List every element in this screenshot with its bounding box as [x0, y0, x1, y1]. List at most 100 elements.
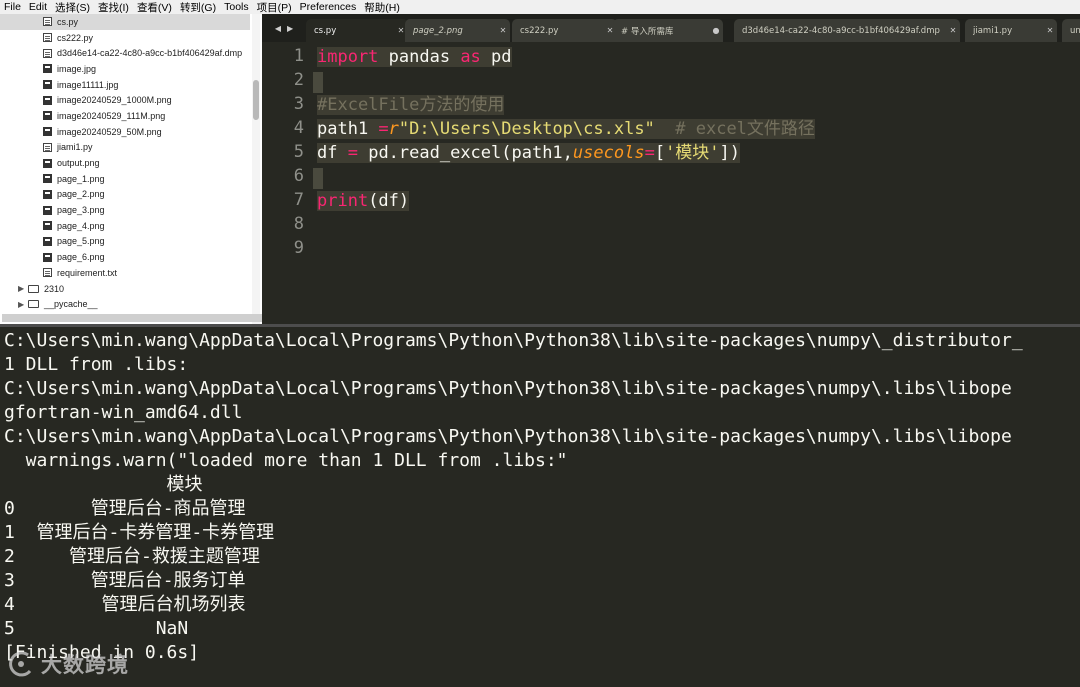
bracket: [	[654, 143, 666, 163]
line-number: 3	[293, 94, 304, 114]
call-args: (df)	[368, 191, 410, 211]
sidebar-file-requirement-txt[interactable]: requirement.txt	[0, 265, 250, 281]
output-line: 模块	[4, 474, 203, 495]
file-icon	[43, 142, 52, 152]
image-icon	[43, 111, 52, 121]
file-list: cs.py cs222.py d3d46e14-ca22-4c80-a9cc-b…	[0, 14, 250, 312]
tab-dmp[interactable]: d3d46e14-ca22-4c80-a9cc-b1bf406429af.dmp…	[734, 19, 960, 42]
sidebar-file-cs222-py[interactable]: cs222.py	[0, 30, 250, 46]
image-icon	[43, 95, 52, 105]
tab-scroll-right-icon[interactable]: ▶	[287, 24, 293, 33]
sidebar-file-cs-py[interactable]: cs.py	[0, 14, 250, 30]
tab-label: page_2.png	[413, 25, 463, 36]
image-icon	[43, 158, 52, 168]
sidebar-folder-pycache[interactable]: ▶ __pycache__	[0, 296, 250, 312]
function-call: pd.read_excel(path1,	[357, 143, 573, 163]
file-name: image.jpg	[57, 63, 97, 74]
image-icon	[43, 252, 52, 262]
sidebar-folder-2310[interactable]: ▶ 2310	[0, 281, 250, 297]
menu-edit[interactable]: Edit	[25, 1, 51, 13]
sidebar-file-jiami1-py[interactable]: jiami1.py	[0, 140, 250, 156]
menu-selection[interactable]: 选择(S)	[51, 0, 94, 15]
menu-help[interactable]: 帮助(H)	[360, 0, 404, 15]
empty-line-highlight	[313, 168, 323, 189]
line-number: 1	[293, 46, 304, 66]
bracket: ])	[719, 143, 741, 163]
sidebar-horizontal-scrollbar[interactable]	[2, 314, 262, 322]
code-line-1: import pandas as pd	[317, 45, 512, 69]
file-name: image20240529_50M.png	[57, 126, 162, 137]
sidebar-file-page-6[interactable]: page_6.png	[0, 249, 250, 265]
string-literal: "D:\Users\Desktop\cs.xls"	[398, 119, 655, 139]
file-icon	[43, 33, 52, 43]
image-icon	[43, 189, 52, 199]
sidebar-file-page-5[interactable]: page_5.png	[0, 234, 250, 250]
module-name: pandas	[378, 47, 461, 67]
sidebar-file-image11111-jpg[interactable]: image11111.jpg	[0, 77, 250, 93]
line-number: 7	[293, 190, 304, 210]
expand-arrow-icon[interactable]: ▶	[18, 300, 28, 309]
menu-view[interactable]: 查看(V)	[133, 0, 176, 15]
sidebar-file-output-png[interactable]: output.png	[0, 155, 250, 171]
image-icon	[43, 236, 52, 246]
sidebar-file-image-jpg[interactable]: image.jpg	[0, 61, 250, 77]
folder-icon	[28, 284, 39, 293]
close-icon[interactable]: ✕	[1043, 26, 1057, 35]
watermark-text: 大数跨境	[41, 653, 129, 677]
close-icon[interactable]: ✕	[946, 26, 960, 35]
code-line-4: path1 =r"D:\Users\Desktop\cs.xls" # exce…	[317, 117, 815, 141]
output-line: C:\Users\min.wang\AppData\Local\Programs…	[4, 330, 1023, 351]
file-name: d3d46e14-ca22-4c80-a9cc-b1bf406429af.dmp	[57, 48, 243, 59]
close-icon[interactable]: ✕	[496, 26, 510, 35]
menu-find[interactable]: 查找(I)	[94, 0, 133, 15]
file-icon	[43, 48, 52, 58]
code-editor[interactable]: 1 2 3 4 5 6 7 8 9 import pandas as pd #E…	[262, 42, 1080, 324]
operator: =	[644, 143, 655, 163]
image-icon	[43, 174, 52, 184]
tab-overflow[interactable]: un	[1062, 19, 1080, 42]
keyword-argument: usecols	[572, 143, 645, 163]
tab-page-2-png[interactable]: page_2.png ✕	[405, 19, 510, 42]
menu-goto[interactable]: 转到(G)	[176, 0, 220, 15]
file-name: image20240529_1000M.png	[57, 95, 172, 106]
unsaved-dot-icon[interactable]: ●	[709, 26, 723, 35]
file-name: jiami1.py	[57, 142, 93, 153]
output-line: C:\Users\min.wang\AppData\Local\Programs…	[4, 378, 1012, 399]
sidebar-file-image-1000m[interactable]: image20240529_1000M.png	[0, 92, 250, 108]
sidebar-file-page-1[interactable]: page_1.png	[0, 171, 250, 187]
output-line: warnings.warn("loaded more than 1 DLL fr…	[4, 450, 568, 471]
sidebar-file-image-50m[interactable]: image20240529_50M.png	[0, 124, 250, 140]
image-icon	[43, 127, 52, 137]
file-name: cs.py	[57, 16, 79, 27]
expand-arrow-icon[interactable]: ▶	[18, 284, 28, 293]
sidebar-file-page-2[interactable]: page_2.png	[0, 187, 250, 203]
file-name: image20240529_111M.png	[57, 110, 166, 121]
file-name: requirement.txt	[57, 267, 118, 278]
comment: #ExcelFile方法的使用	[317, 95, 505, 115]
menu-project[interactable]: 项目(P)	[253, 0, 296, 15]
tab-import-libs[interactable]: # 导入所需库 ●	[613, 19, 723, 42]
image-icon	[43, 64, 52, 74]
sidebar-file-dmp[interactable]: d3d46e14-ca22-4c80-a9cc-b1bf406429af.dmp	[0, 45, 250, 61]
output-line: 4 管理后台机场列表	[4, 594, 246, 615]
tab-cs222-py[interactable]: cs222.py ✕	[512, 19, 617, 42]
build-output-panel[interactable]: C:\Users\min.wang\AppData\Local\Programs…	[0, 327, 1080, 687]
tab-label: d3d46e14-ca22-4c80-a9cc-b1bf406429af.dmp	[742, 25, 940, 36]
output-line: 5 NaN	[4, 618, 189, 639]
code-line-5: df = pd.read_excel(path1,usecols=['模块'])	[317, 141, 741, 165]
menu-preferences[interactable]: Preferences	[296, 1, 361, 13]
tab-scroll-left-icon[interactable]: ◀	[275, 24, 281, 33]
sidebar-file-page-3[interactable]: page_3.png	[0, 202, 250, 218]
menu-file[interactable]: File	[0, 1, 25, 13]
menu-tools[interactable]: Tools	[220, 1, 253, 13]
image-icon	[43, 205, 52, 215]
keyword: as	[460, 47, 481, 67]
output-line: 0 管理后台-商品管理	[4, 498, 246, 519]
tab-jiami1-py[interactable]: jiami1.py ✕	[965, 19, 1057, 42]
sidebar-file-image-111m[interactable]: image20240529_111M.png	[0, 108, 250, 124]
scrollbar-thumb[interactable]	[253, 80, 259, 120]
sidebar-vertical-scrollbar[interactable]	[252, 14, 260, 324]
sidebar-file-page-4[interactable]: page_4.png	[0, 218, 250, 234]
file-name: page_6.png	[57, 252, 105, 263]
tab-cs-py[interactable]: cs.py ✕	[306, 19, 408, 42]
